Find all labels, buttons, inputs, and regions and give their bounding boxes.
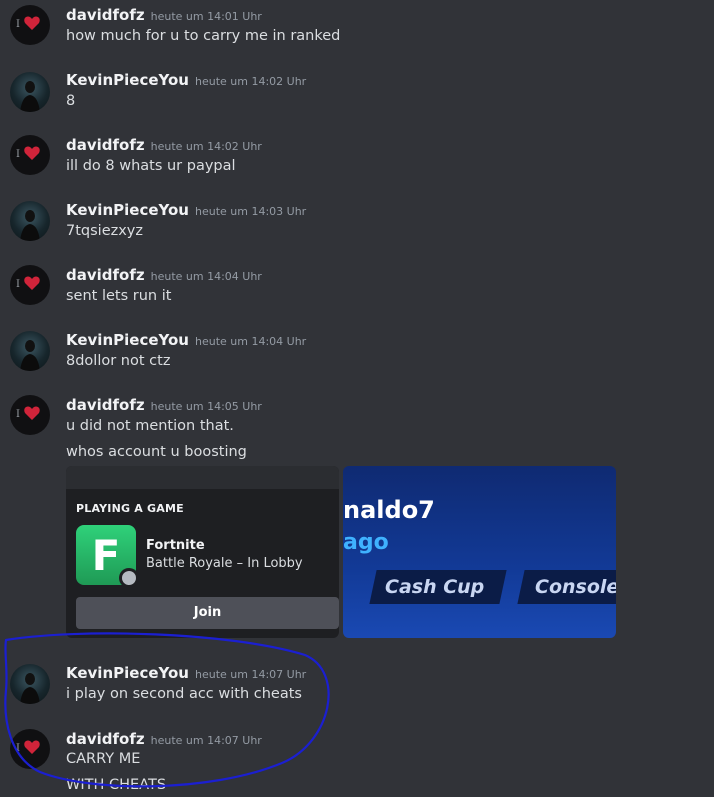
avatar[interactable]: I xyxy=(10,729,50,769)
author-name[interactable]: KevinPieceYou xyxy=(66,201,189,219)
avatar[interactable] xyxy=(10,331,50,371)
timestamp: heute um 14:05 Uhr xyxy=(150,400,262,413)
message-text: u did not mention that. xyxy=(66,418,234,434)
avatar[interactable]: I xyxy=(10,265,50,305)
timestamp: heute um 14:04 Uhr xyxy=(150,270,262,283)
message-text: 8dollor not ctz xyxy=(66,353,171,369)
author-name[interactable]: davidfofz xyxy=(66,730,145,748)
banner-tag: Cash Cup xyxy=(369,570,507,604)
platform-icon xyxy=(119,568,139,588)
portrait-avatar-icon xyxy=(20,673,40,704)
banner-image[interactable]: naldo7 ago Cash Cup Console xyxy=(343,466,616,638)
heart-avatar-icon: I xyxy=(16,276,40,290)
message-text: CARRY ME xyxy=(66,751,141,767)
banner-sub: ago xyxy=(343,530,389,555)
author-name[interactable]: davidfofz xyxy=(66,136,145,154)
message-text: WITH CHEATS xyxy=(66,777,167,793)
avatar[interactable] xyxy=(10,201,50,241)
message-text: 8 xyxy=(66,93,76,109)
join-button[interactable]: Join xyxy=(76,597,339,629)
portrait-avatar-icon xyxy=(20,81,40,112)
author-name[interactable]: davidfofz xyxy=(66,6,145,24)
author-name[interactable]: KevinPieceYou xyxy=(66,331,189,349)
author-name[interactable]: davidfofz xyxy=(66,396,145,414)
banner-name: naldo7 xyxy=(343,496,435,524)
portrait-avatar-icon xyxy=(20,340,40,371)
message-text: sent lets run it xyxy=(66,288,172,304)
heart-avatar-icon: I xyxy=(16,406,40,420)
message-text: ill do 8 whats ur paypal xyxy=(66,158,236,174)
game-activity-card: PLAYING A GAME F Fortnite Battle Royale … xyxy=(66,466,339,638)
timestamp: heute um 14:01 Uhr xyxy=(150,10,262,23)
message-text: whos account u boosting xyxy=(66,444,247,460)
activity-label: PLAYING A GAME xyxy=(76,502,184,515)
avatar[interactable]: I xyxy=(10,5,50,45)
message-text: how much for u to carry me in ranked xyxy=(66,28,341,44)
svg-text:I: I xyxy=(16,279,20,290)
svg-text:I: I xyxy=(16,149,20,160)
author-name[interactable]: KevinPieceYou xyxy=(66,664,189,682)
portrait-avatar-icon xyxy=(20,210,40,241)
game-state: Battle Royale – In Lobby xyxy=(146,556,303,571)
heart-avatar-icon: I xyxy=(16,16,40,30)
avatar[interactable]: I xyxy=(10,135,50,175)
avatar[interactable] xyxy=(10,72,50,112)
timestamp: heute um 14:04 Uhr xyxy=(194,335,307,348)
author-name[interactable]: KevinPieceYou xyxy=(66,71,189,89)
card-header xyxy=(66,466,339,489)
svg-text:I: I xyxy=(16,743,20,754)
timestamp: heute um 14:03 Uhr xyxy=(194,205,307,218)
banner-tag: Console xyxy=(517,570,616,604)
avatar[interactable] xyxy=(10,664,50,704)
game-title: Fortnite xyxy=(146,538,205,553)
timestamp: heute um 14:02 Uhr xyxy=(194,75,307,88)
message-text: 7tqsiezxyz xyxy=(66,223,144,239)
svg-text:I: I xyxy=(16,19,20,30)
author-name[interactable]: davidfofz xyxy=(66,266,145,284)
heart-avatar-icon: I xyxy=(16,146,40,160)
timestamp: heute um 14:07 Uhr xyxy=(194,668,307,681)
heart-avatar-icon: I xyxy=(16,740,40,754)
avatar[interactable]: I xyxy=(10,395,50,435)
timestamp: heute um 14:07 Uhr xyxy=(150,734,262,747)
timestamp: heute um 14:02 Uhr xyxy=(150,140,262,153)
message-text: i play on second acc with cheats xyxy=(66,686,302,702)
svg-text:I: I xyxy=(16,409,20,420)
